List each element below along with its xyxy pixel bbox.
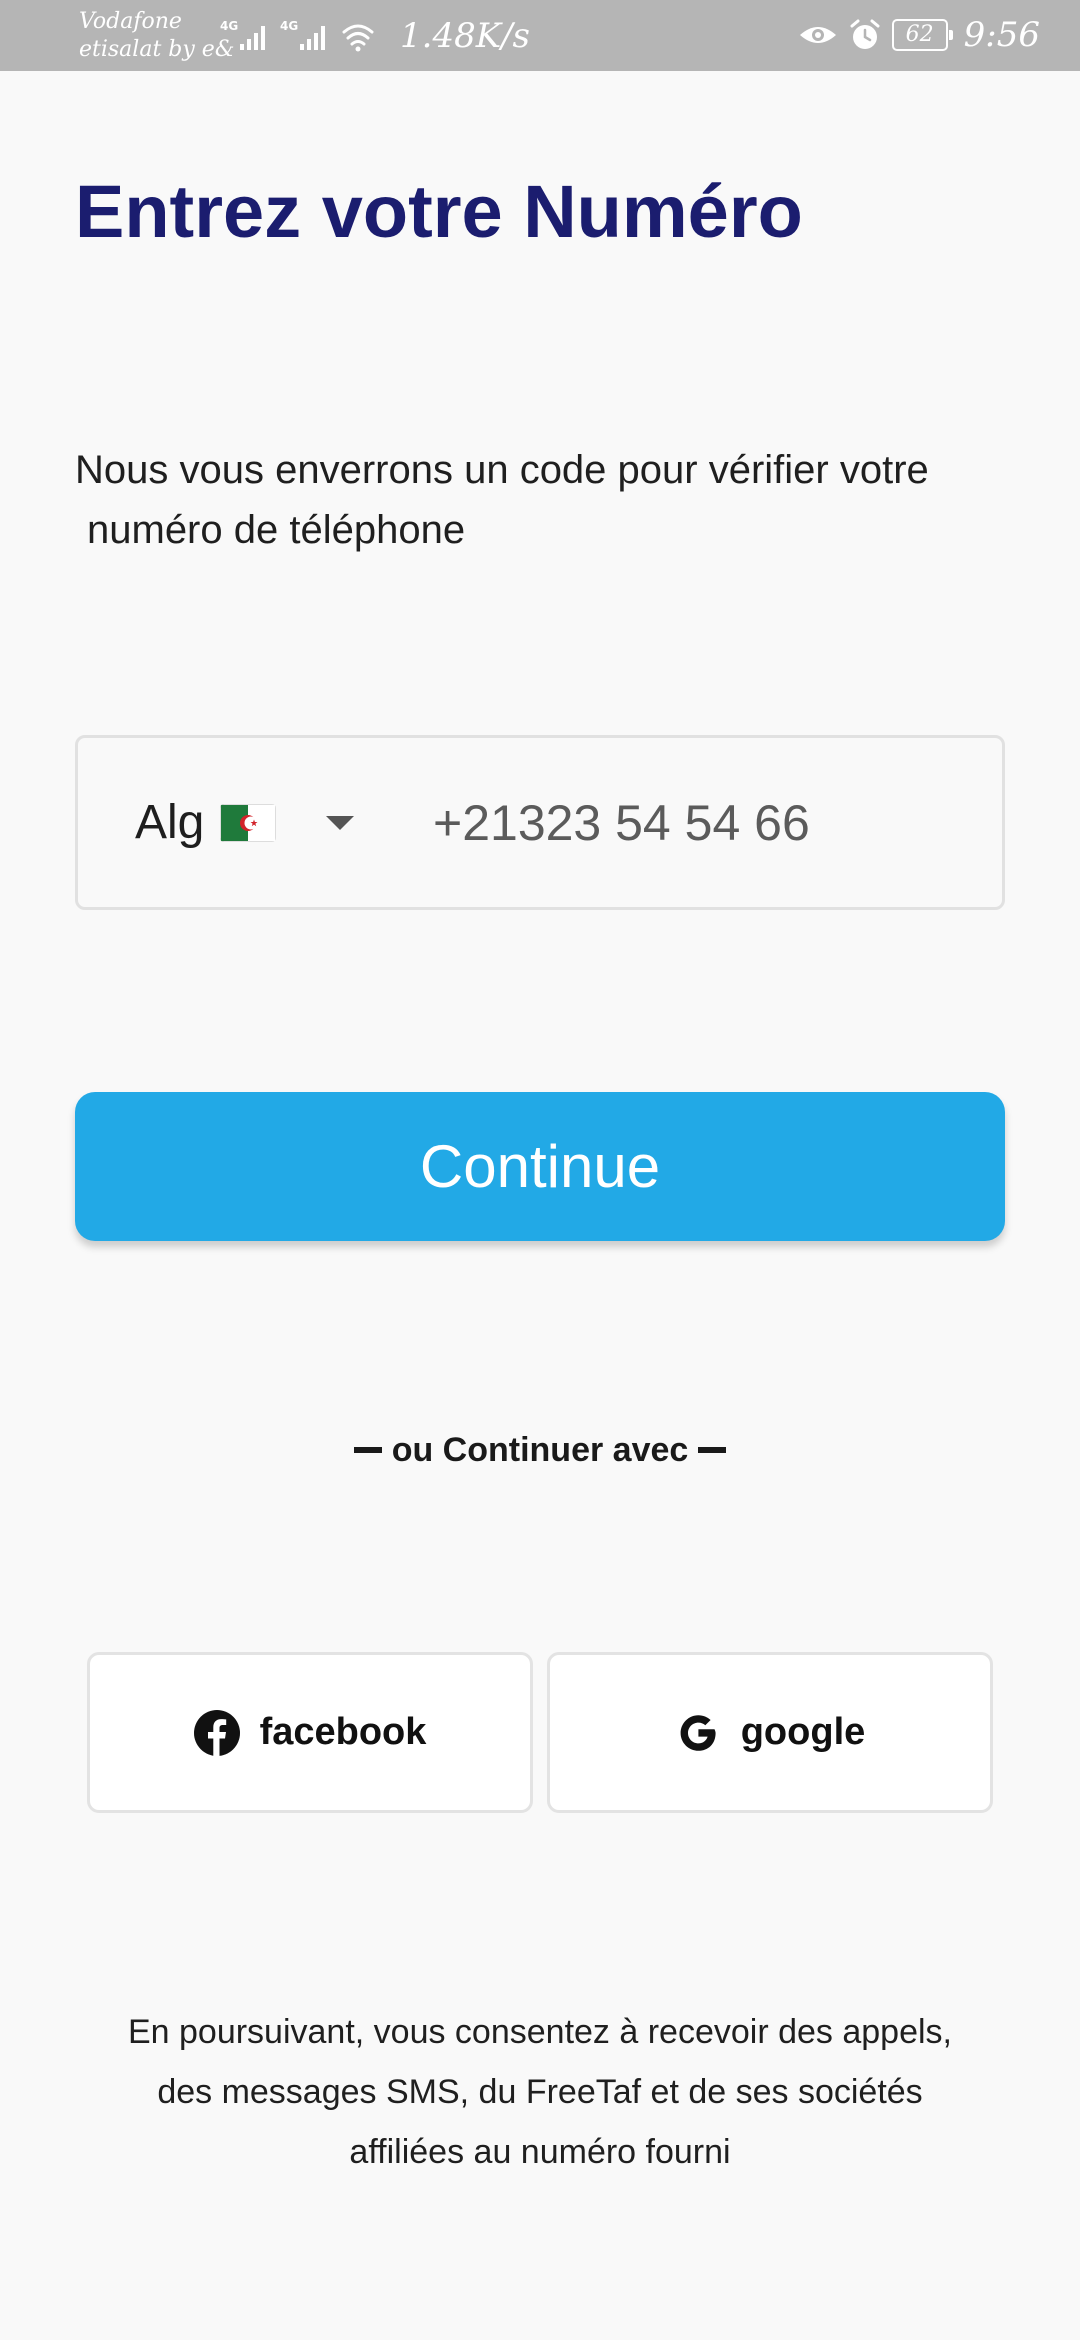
consent-line-2: des messages SMS, du FreeTaf et de ses s… — [157, 2073, 923, 2111]
network-type-2: 4G — [280, 19, 298, 33]
country-selector[interactable]: Alg — [135, 738, 355, 907]
battery-icon: 62 — [891, 19, 953, 51]
facebook-login-button[interactable]: facebook — [87, 1652, 533, 1813]
google-icon — [680, 1714, 716, 1751]
google-login-button[interactable]: google — [547, 1652, 993, 1813]
status-icons: 62 9:56 — [798, 10, 1040, 60]
network-type-1: 4G — [220, 19, 238, 33]
eye-icon — [799, 27, 836, 43]
clock: 9:56 — [963, 15, 1040, 55]
alarm-icon — [850, 19, 880, 49]
consent-line-3: affiliées au numéro fourni — [349, 2133, 731, 2171]
consent-line-1: En poursuivant, vous consentez à recevoi… — [127, 2013, 953, 2051]
google-label: google — [740, 1711, 866, 1753]
social-divider: ou Continuer avec — [0, 1425, 1080, 1475]
continue-button[interactable]: Continue — [75, 1092, 1005, 1241]
facebook-label: facebook — [259, 1711, 427, 1753]
country-code: Alg — [135, 796, 205, 849]
phone-number-field: Alg — [75, 735, 1005, 910]
phone-number-input[interactable] — [433, 778, 953, 868]
consent-text: En poursuivant, vous consentez à recevoi… — [60, 2002, 1020, 2182]
signal-icon: 4G 4G — [220, 19, 374, 52]
wifi-icon — [342, 24, 374, 46]
algeria-flag-icon — [220, 803, 277, 842]
status-bar: Vodafone etisalat by e& 4G 4G 1.48K/s 62… — [0, 0, 1080, 71]
carrier-name-2: etisalat by e& — [79, 37, 235, 62]
caret-down-icon — [326, 815, 355, 830]
carrier-name-1: Vodafone — [79, 9, 182, 34]
carrier-info: Vodafone etisalat by e& — [79, 8, 234, 64]
divider-line-right — [698, 1447, 727, 1453]
subtitle-line-1: Nous vous enverrons un code pour vérifie… — [75, 448, 929, 492]
subtitle-line-2: numéro de téléphone — [87, 508, 466, 552]
divider-text: ou Continuer avec — [391, 1430, 689, 1469]
divider-line-left — [353, 1447, 382, 1453]
network-speed: 1.48K/s — [400, 16, 531, 56]
subtitle: Nous vous enverrons un code pour vérifie… — [75, 440, 1015, 560]
page-title: Entrez votre Numéro — [75, 170, 803, 253]
facebook-icon — [193, 1709, 240, 1756]
